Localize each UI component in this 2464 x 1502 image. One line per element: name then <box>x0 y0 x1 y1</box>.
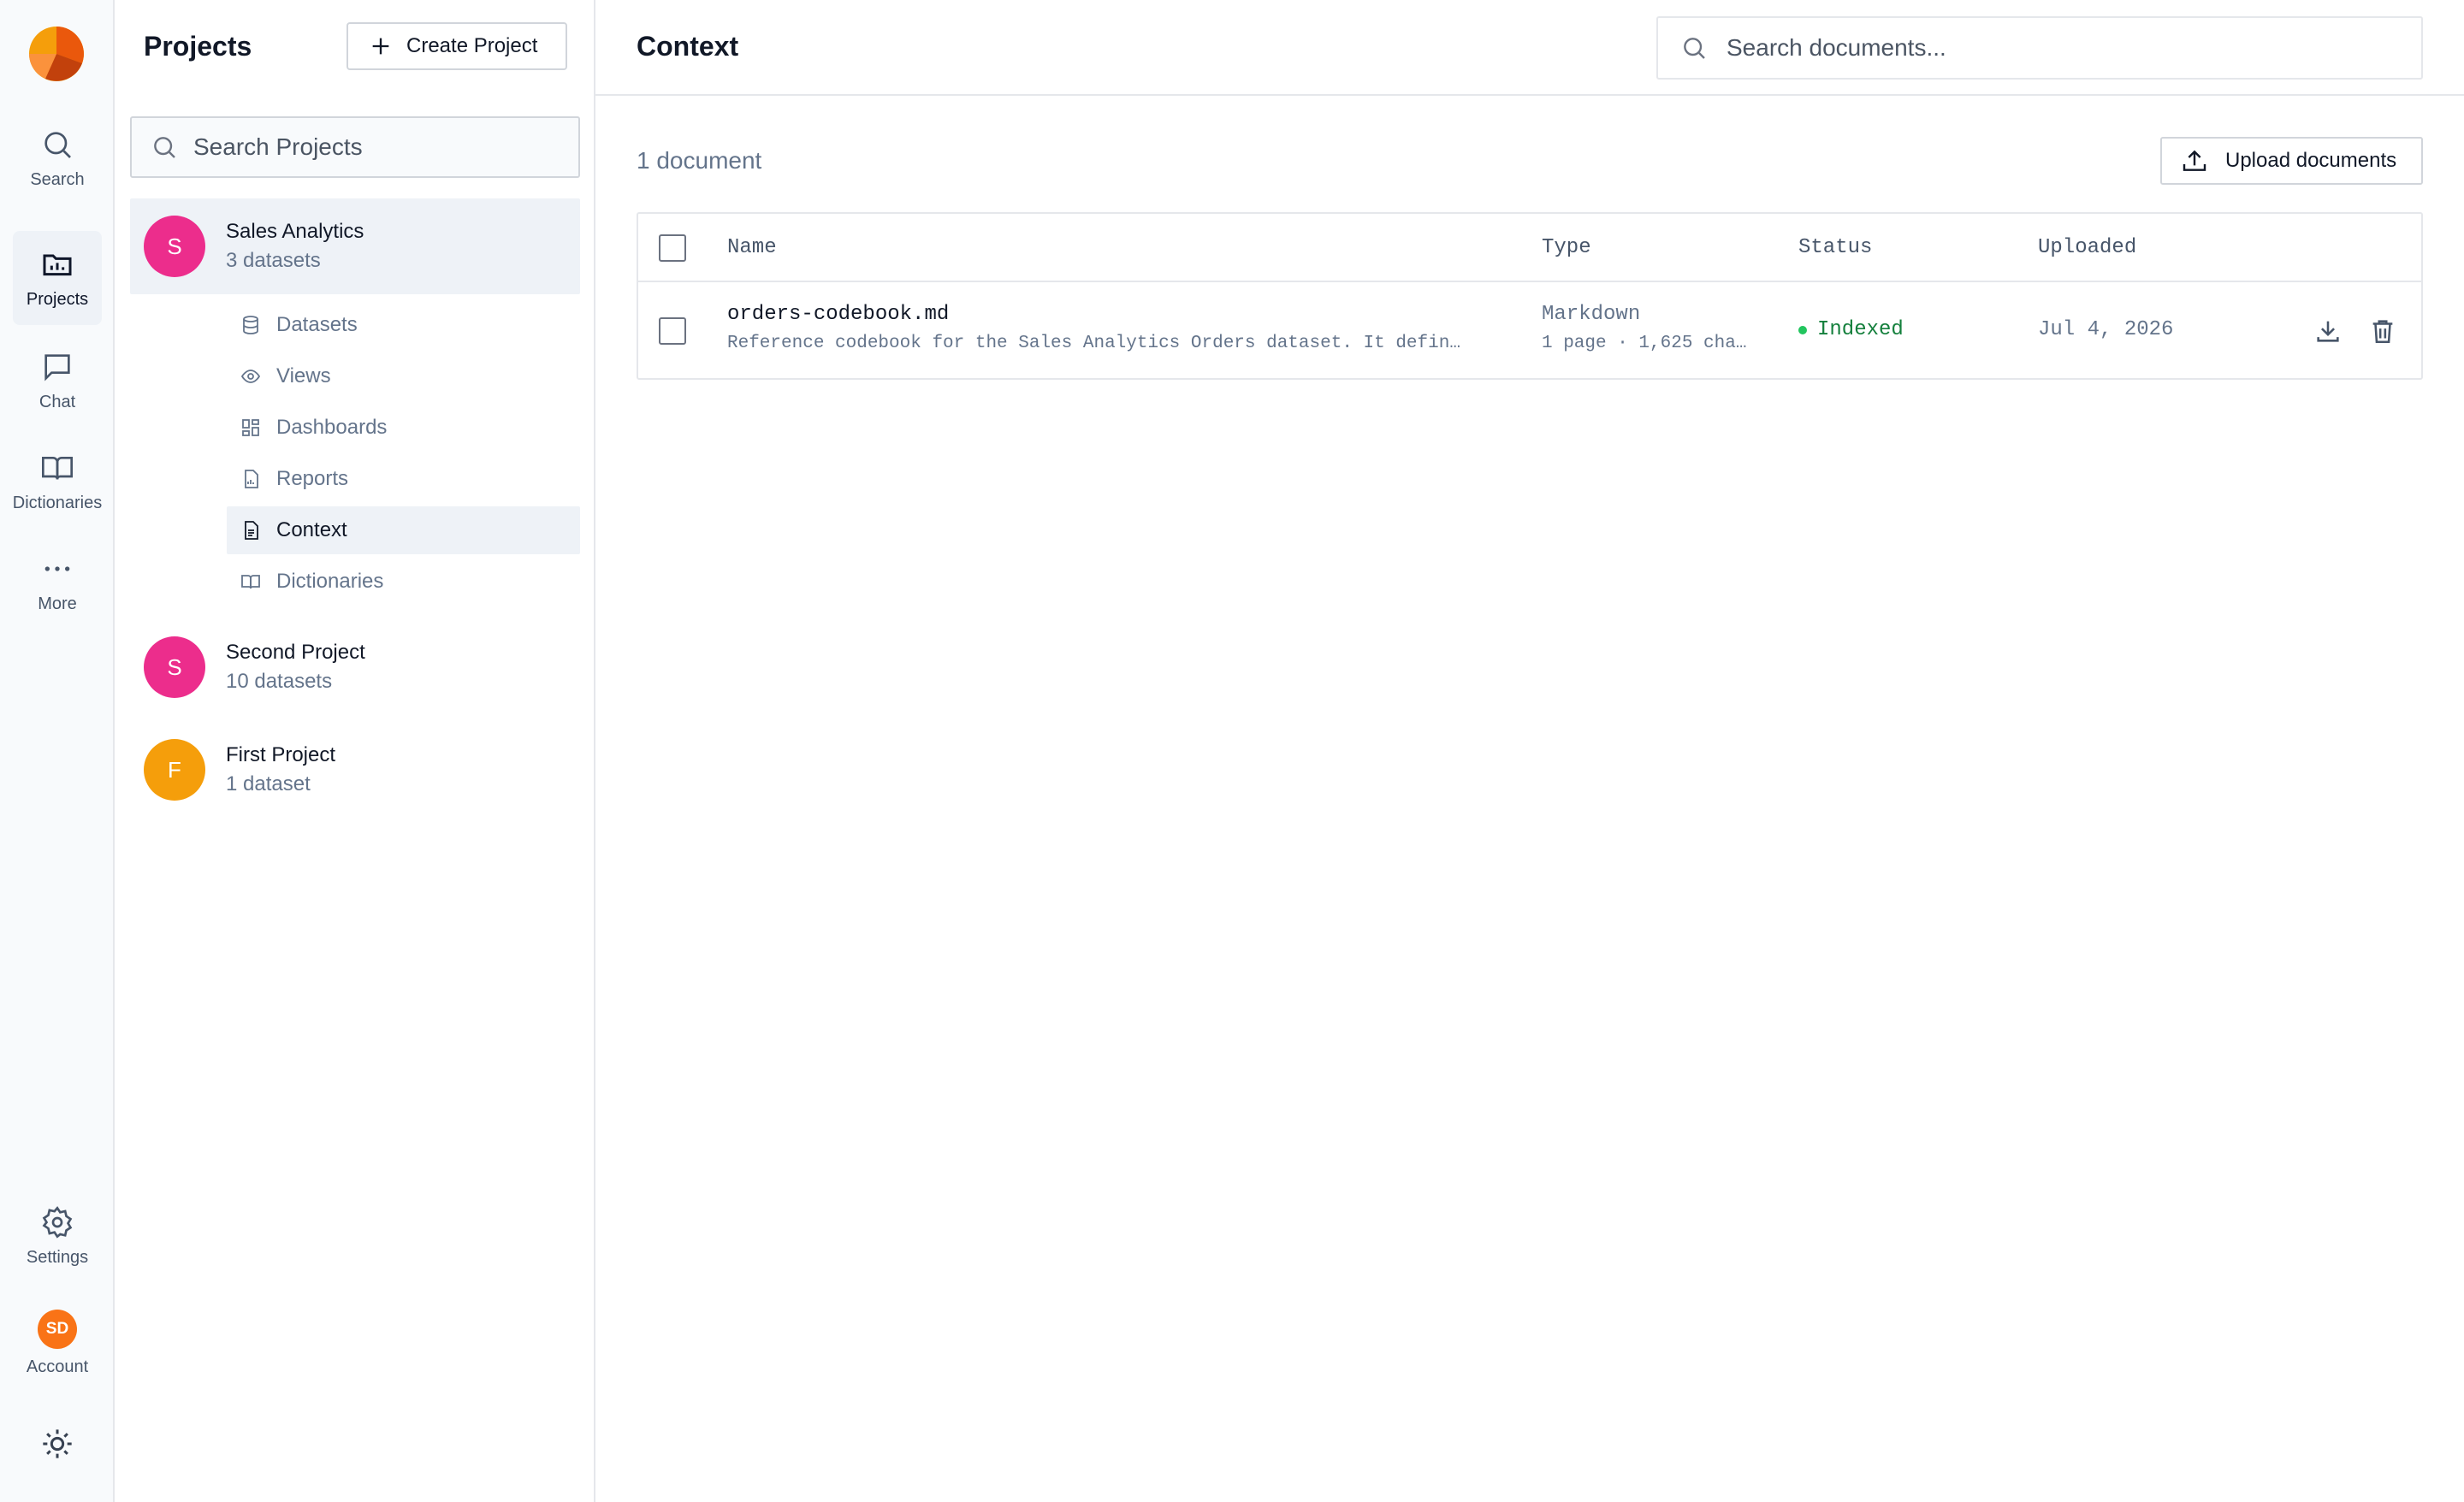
document-type: Markdown <box>1542 303 1641 326</box>
table-row[interactable]: orders-codebook.md Reference codebook fo… <box>638 282 2421 380</box>
rail-item-label: Settings <box>26 1247 89 1267</box>
documents-table: Name Type Status Uploaded orders-codeboo… <box>637 212 2423 380</box>
upload-documents-button[interactable]: Upload documents <box>2160 137 2423 185</box>
rail-item-label: Projects <box>26 289 89 309</box>
download-icon[interactable] <box>2313 316 2343 346</box>
nav-item-label: Datasets <box>276 313 358 336</box>
rail-item-label: More <box>38 594 77 613</box>
nav-item-label: Dictionaries <box>276 570 384 593</box>
more-icon <box>44 565 70 571</box>
status-label: Indexed <box>1817 318 1904 341</box>
column-header-type[interactable]: Type <box>1542 236 1591 259</box>
project-item-sales-analytics[interactable]: S Sales Analytics 3 datasets <box>130 198 580 294</box>
row-checkbox[interactable] <box>659 317 686 345</box>
document-search-input[interactable] <box>1727 34 2411 62</box>
nav-item-label: Reports <box>276 467 349 490</box>
panel-title: Projects <box>144 31 252 62</box>
page-title: Context <box>637 31 739 62</box>
document-uploaded-date: Jul 4, 2026 <box>2038 318 2174 341</box>
document-icon <box>245 521 258 540</box>
rail-item-chat[interactable]: Chat <box>13 334 102 428</box>
app-rail: Search Projects Chat Dictionaries More S… <box>0 0 115 1502</box>
main-content: Context 1 document Upload documents Name… <box>595 0 2464 1502</box>
project-search-input[interactable] <box>193 133 570 161</box>
avatar: SD <box>38 1309 77 1349</box>
trash-icon[interactable] <box>2368 316 2397 346</box>
search-icon <box>44 131 71 158</box>
rail-item-label: Search <box>30 169 85 189</box>
upload-documents-label: Upload documents <box>2225 149 2397 172</box>
create-project-label: Create Project <box>406 34 538 57</box>
project-dataset-count: 3 datasets <box>226 249 321 272</box>
project-name: Sales Analytics <box>226 220 364 243</box>
gear-icon <box>42 1205 73 1239</box>
folder-icon <box>43 254 72 275</box>
rail-item-projects[interactable]: Projects <box>13 231 102 325</box>
document-name[interactable]: orders-codebook.md <box>727 303 949 326</box>
status-badge: Indexed <box>1798 318 1904 341</box>
project-avatar: F <box>144 739 205 801</box>
column-header-status[interactable]: Status <box>1798 236 1872 259</box>
chat-icon <box>44 353 70 381</box>
nav-item-dictionaries[interactable]: Dictionaries <box>227 558 580 606</box>
report-icon <box>245 470 258 488</box>
rail-item-account[interactable]: SD Account <box>13 1296 102 1390</box>
nav-item-context[interactable]: Context <box>227 506 580 554</box>
rail-item-more[interactable]: More <box>13 535 102 630</box>
status-dot <box>1798 325 1807 334</box>
main-header: Context <box>595 0 2464 96</box>
document-search <box>1656 16 2423 80</box>
document-description: Reference codebook for the Sales Analyti… <box>727 334 1460 353</box>
rail-item-settings[interactable]: Settings <box>13 1189 102 1283</box>
project-dataset-count: 1 dataset <box>226 772 311 795</box>
column-header-uploaded[interactable]: Uploaded <box>2038 236 2136 259</box>
project-item-first-project[interactable]: F First Project 1 dataset <box>130 722 580 818</box>
nav-item-reports[interactable]: Reports <box>227 455 580 503</box>
project-avatar: S <box>144 636 205 698</box>
rail-item-search[interactable]: Search <box>13 111 102 205</box>
app-logo[interactable] <box>28 26 85 82</box>
search-icon <box>154 137 175 158</box>
nav-item-dashboards[interactable]: Dashboards <box>227 404 580 452</box>
upload-icon <box>2183 150 2206 171</box>
plus-icon <box>372 38 389 55</box>
project-avatar: S <box>144 216 205 277</box>
rail-item-label: Dictionaries <box>12 493 103 512</box>
nav-item-views[interactable]: Views <box>227 352 580 400</box>
project-dataset-count: 10 datasets <box>226 670 333 693</box>
projects-panel: Projects Create Project S Sales Analytic… <box>116 0 595 1502</box>
create-project-button[interactable]: Create Project <box>346 22 567 70</box>
search-icon <box>1684 38 1705 59</box>
book-icon <box>42 456 73 480</box>
column-header-name[interactable]: Name <box>727 236 777 259</box>
nav-item-label: Views <box>276 364 331 387</box>
rail-item-label: Account <box>26 1357 89 1376</box>
nav-item-datasets[interactable]: Datasets <box>227 301 580 349</box>
rail-item-label: Chat <box>38 392 76 411</box>
eye-icon <box>240 370 261 383</box>
book-icon <box>241 575 260 589</box>
project-name: Second Project <box>226 641 365 664</box>
nav-item-label: Dashboards <box>276 416 388 439</box>
rail-item-dictionaries[interactable]: Dictionaries <box>13 435 102 529</box>
sun-icon[interactable] <box>40 1427 74 1461</box>
nav-item-label: Context <box>276 518 347 541</box>
table-header: Name Type Status Uploaded <box>638 214 2421 282</box>
document-count: 1 document <box>637 147 762 174</box>
select-all-checkbox[interactable] <box>659 234 686 262</box>
project-name: First Project <box>226 743 336 766</box>
project-search <box>130 116 580 178</box>
database-icon <box>243 316 258 334</box>
project-item-second-project[interactable]: S Second Project 10 datasets <box>130 619 580 715</box>
dashboard-icon <box>242 419 259 436</box>
document-type-detail: 1 page · 1,625 cha… <box>1542 334 1747 353</box>
